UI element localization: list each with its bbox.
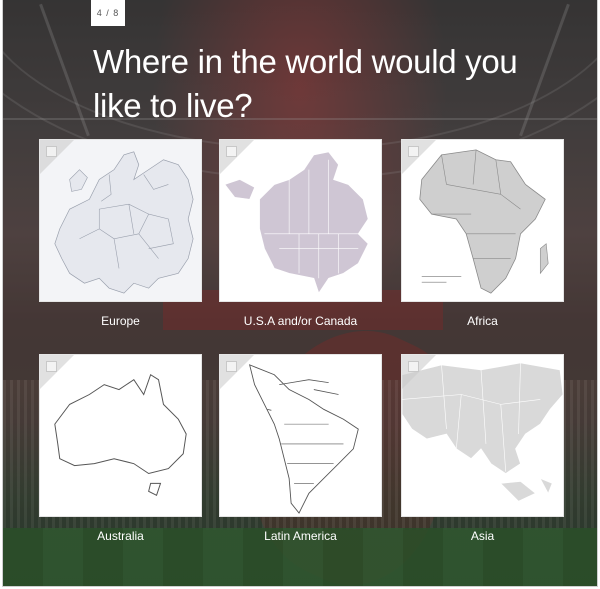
option-card-australia[interactable] <box>39 354 202 517</box>
option-checkbox[interactable] <box>226 146 237 157</box>
option-label-asia: Asia <box>470 529 495 543</box>
option-card-usa-canada[interactable] <box>219 139 382 302</box>
option-checkbox[interactable] <box>408 361 419 372</box>
option-card-asia[interactable] <box>401 354 564 517</box>
option-checkbox[interactable] <box>46 146 57 157</box>
option-label-africa: Africa <box>467 314 498 328</box>
option-card-africa[interactable] <box>401 139 564 302</box>
progress-indicator: 4 / 8 <box>91 0 125 26</box>
question-title: Where in the world would you like to liv… <box>93 43 518 124</box>
quiz-background: 4 / 8 Where in the world would you like … <box>2 0 598 587</box>
option-label-europe: Europe <box>101 314 140 328</box>
option-label-latin-america: Latin America <box>264 529 337 543</box>
option-checkbox[interactable] <box>46 361 57 372</box>
option-checkbox[interactable] <box>408 146 419 157</box>
option-card-europe[interactable] <box>39 139 202 302</box>
option-checkbox[interactable] <box>226 361 237 372</box>
option-label-australia: Australia <box>97 529 144 543</box>
option-card-latin-america[interactable] <box>219 354 382 517</box>
option-label-usa-canada: U.S.A and/or Canada <box>243 314 358 328</box>
